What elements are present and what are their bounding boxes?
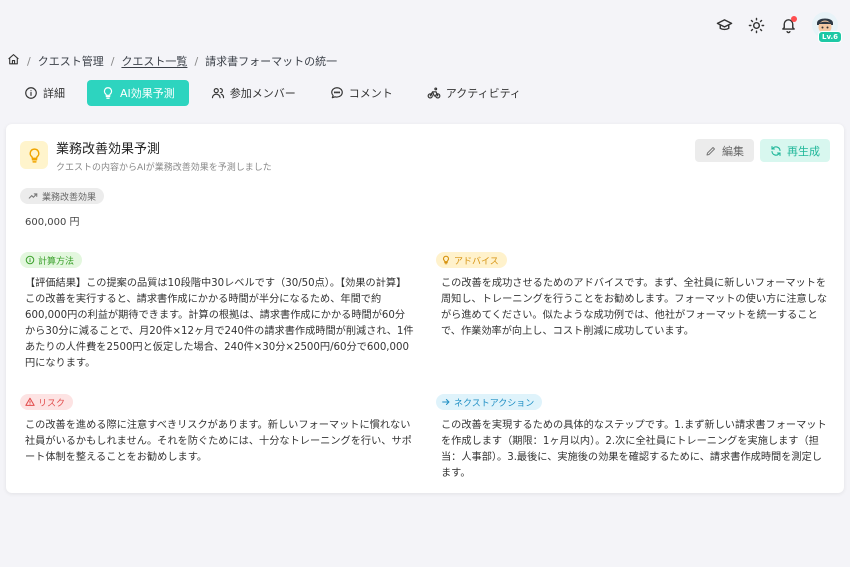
home-icon[interactable] bbox=[7, 53, 20, 69]
breadcrumb-separator: / bbox=[110, 54, 115, 68]
tab-comments[interactable]: コメント bbox=[318, 80, 405, 106]
pencil-icon bbox=[706, 146, 715, 155]
risk-text: この改善を進める際に注意すべきリスクがあります。新しいフォーマットに慣れない社員… bbox=[25, 420, 412, 463]
activity-icon bbox=[427, 87, 441, 99]
risk-label: リスク bbox=[38, 398, 66, 409]
breadcrumb-quest-management[interactable]: クエスト管理 bbox=[38, 53, 104, 69]
section-next-action: ネクストアクション この改善を実現するための具体的なステップです。1.まず新しい… bbox=[436, 392, 831, 482]
tab-details[interactable]: 詳細 bbox=[12, 80, 77, 106]
tab-label: アクティビティ bbox=[445, 87, 521, 100]
card-actions: 編集 再生成 bbox=[695, 139, 830, 162]
breadcrumb-separator: / bbox=[27, 54, 31, 68]
arrow-right-icon bbox=[442, 398, 450, 406]
calculation-label: 計算方法 bbox=[38, 256, 75, 267]
next-action-label: ネクストアクション bbox=[454, 398, 535, 409]
next-action-text: この改善を実現するための具体的なステップです。1.まず新しい請求書フォーマットを… bbox=[441, 420, 827, 479]
tab-activity[interactable]: アクティビティ bbox=[415, 80, 533, 106]
calculation-text: 【評価結果】この提案の品質は10段階中30レベルです（30/50点）。【効果の計… bbox=[25, 278, 414, 369]
lightbulb-icon bbox=[442, 255, 450, 265]
breadcrumb-quest-list[interactable]: クエスト一覧 bbox=[121, 53, 187, 69]
lightbulb-icon bbox=[20, 141, 48, 169]
notification-dot bbox=[791, 16, 797, 22]
breadcrumb: / クエスト管理 / クエスト一覧 / 請求書フォーマットの統一 bbox=[7, 53, 337, 69]
tab-members[interactable]: 参加メンバー bbox=[199, 80, 308, 106]
metric-label: 業務改善効果 bbox=[42, 192, 97, 203]
tab-bar: 詳細 AI効果予測 参加メンバー コメント アクティビティ bbox=[12, 80, 543, 106]
calculation-pill: 計算方法 bbox=[20, 252, 83, 268]
section-calculation: 計算方法 【評価結果】この提案の品質は10段階中30レベルです（30/50点）。… bbox=[20, 250, 415, 372]
card-header: 業務改善効果予測 クエストの内容からAIが業務改善効果を予測しました bbox=[20, 141, 272, 173]
tab-label: AI効果予測 bbox=[120, 87, 175, 100]
metric-label-pill: 業務改善効果 bbox=[20, 188, 105, 204]
regenerate-button-label: 再生成 bbox=[787, 144, 820, 158]
top-bar: Lv.6 bbox=[714, 10, 842, 43]
advice-text: この改善を成功させるためのアドバイスです。まず、全社員に新しいフォーマットを周知… bbox=[441, 278, 828, 337]
section-risk: リスク この改善を進める際に注意すべきリスクがあります。新しいフォーマットに慣れ… bbox=[20, 392, 415, 466]
trend-up-icon bbox=[28, 193, 38, 199]
comment-icon bbox=[330, 87, 343, 99]
metric-value: 600,000 円 bbox=[25, 217, 80, 228]
risk-pill: リスク bbox=[20, 394, 74, 410]
refresh-icon bbox=[771, 145, 781, 156]
card-subtitle: クエストの内容からAIが業務改善効果を予測しました bbox=[56, 163, 272, 173]
card-title: 業務改善効果予測 bbox=[56, 142, 161, 157]
bell-icon[interactable] bbox=[778, 15, 798, 35]
edit-button[interactable]: 編集 bbox=[695, 139, 754, 162]
lightbulb-icon bbox=[103, 87, 113, 99]
level-badge: Lv.6 bbox=[818, 31, 842, 43]
tab-label: コメント bbox=[348, 87, 393, 100]
breadcrumb-separator: / bbox=[194, 54, 199, 68]
graduation-cap-icon[interactable] bbox=[714, 15, 734, 35]
sun-icon[interactable] bbox=[746, 15, 766, 35]
advice-pill: アドバイス bbox=[436, 252, 507, 268]
tab-label: 詳細 bbox=[43, 87, 65, 100]
advice-label: アドバイス bbox=[454, 256, 499, 267]
info-icon bbox=[25, 87, 37, 99]
ai-prediction-card: 業務改善効果予測 クエストの内容からAIが業務改善効果を予測しました 編集 再生… bbox=[6, 124, 844, 493]
edit-button-label: 編集 bbox=[722, 144, 744, 158]
breadcrumb-current: 請求書フォーマットの統一 bbox=[205, 55, 338, 68]
next-action-pill: ネクストアクション bbox=[436, 394, 543, 410]
section-advice: アドバイス この改善を成功させるためのアドバイスです。まず、全社員に新しいフォー… bbox=[436, 250, 831, 340]
info-icon bbox=[25, 255, 35, 265]
regenerate-button[interactable]: 再生成 bbox=[760, 139, 830, 162]
users-icon bbox=[211, 88, 224, 99]
warning-icon bbox=[25, 397, 35, 406]
avatar[interactable]: Lv.6 bbox=[812, 12, 842, 43]
tab-label: 参加メンバー bbox=[229, 87, 296, 100]
tab-ai-prediction[interactable]: AI効果予測 bbox=[87, 80, 189, 106]
